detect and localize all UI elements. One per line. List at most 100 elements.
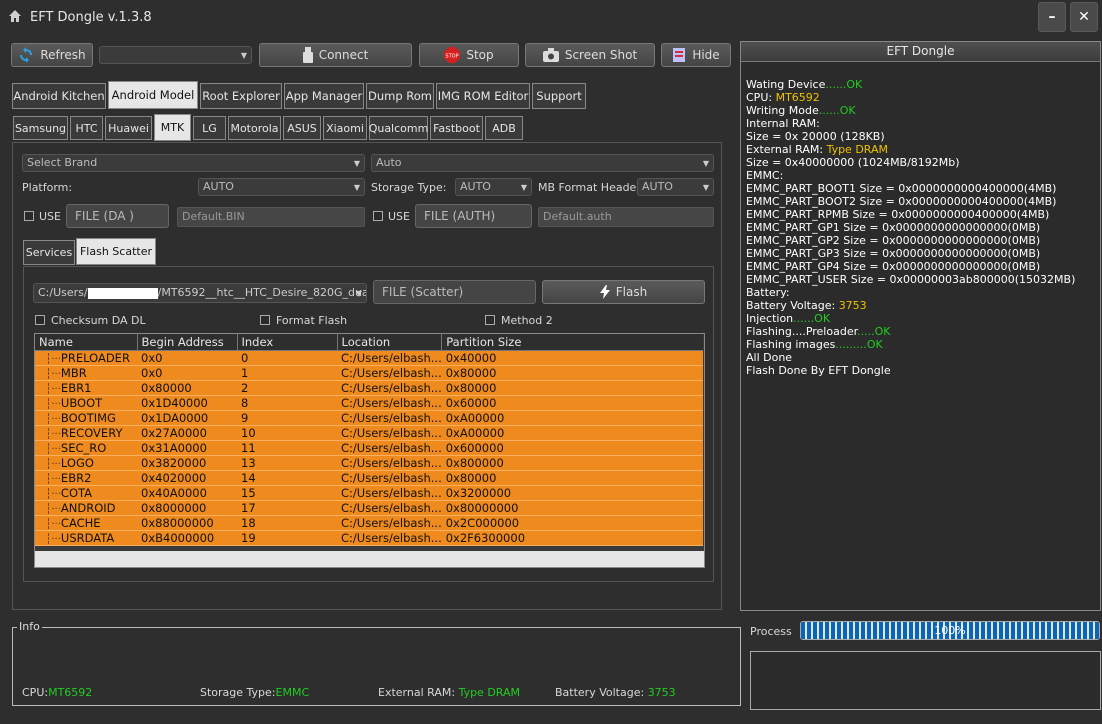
tree-connector: ┆··· xyxy=(39,503,61,515)
table-cell: 17 xyxy=(237,500,337,516)
table-row[interactable]: ┆···UBOOT 0x1D40000 8 C:/Users/elbash... 0x6… xyxy=(35,395,703,411)
tab-services[interactable]: Services xyxy=(23,240,75,265)
col-name[interactable]: Name xyxy=(35,334,138,351)
table-cell: ┆···MBR xyxy=(35,365,137,381)
tab-huawei[interactable]: Huawei xyxy=(105,116,152,140)
table-cell: 0x3200000 xyxy=(441,485,703,501)
scatter-path-combo[interactable]: C:/Users/ /MT6592__htc__HTC_Desire_820G_d… xyxy=(33,283,367,303)
col-partition-size[interactable]: Partition Size xyxy=(441,334,703,351)
tab-flash-scatter[interactable]: Flash Scatter xyxy=(76,238,156,265)
info-storage-value: EMMC xyxy=(275,686,310,699)
auth-file-field[interactable]: Default.auth xyxy=(538,207,714,227)
hide-button[interactable]: Hide xyxy=(661,43,731,67)
tab-xiaomi[interactable]: Xiaomi xyxy=(323,116,367,140)
log-text: EMMC_PART_GP3 Size = 0x0000000000000000(… xyxy=(746,247,1041,260)
table-row[interactable]: ┆···MBR 0x0 1 C:/Users/elbash... 0x80000 xyxy=(35,365,703,381)
tab-lg[interactable]: LG xyxy=(193,116,226,140)
log-value: OK xyxy=(814,312,831,325)
tab-android-kitchen[interactable]: Android Kitchen xyxy=(12,83,106,109)
table-row[interactable]: ┆···EBR2 0x4020000 14 C:/Users/elbash... 0x8… xyxy=(35,470,703,486)
screenshot-label: Screen Shot xyxy=(564,48,638,62)
storage-type-combo[interactable]: AUTO xyxy=(455,178,532,196)
close-button[interactable]: ✕ xyxy=(1070,2,1098,32)
format-flash-checkbox[interactable] xyxy=(260,315,270,325)
checksum-label: Checksum DA DL xyxy=(51,314,146,327)
minimize-button[interactable]: – xyxy=(1038,2,1066,32)
method2-checkbox[interactable] xyxy=(485,315,495,325)
info-cpu: CPU:MT6592 xyxy=(22,686,92,699)
tab-fastboot[interactable]: Fastboot xyxy=(430,116,483,140)
tab-samsung[interactable]: Samsung xyxy=(13,116,68,140)
log-text: CPU: xyxy=(746,91,776,104)
partition-table: Name Begin Address Index Location Partit… xyxy=(35,334,703,546)
table-row[interactable]: ┆···USRDATA 0xB4000000 19 C:/Users/elbash..… xyxy=(35,530,703,546)
tab-img-rom-editor[interactable]: IMG ROM Editor xyxy=(436,83,530,109)
tree-connector: ┆··· xyxy=(39,428,61,440)
tab-support[interactable]: Support xyxy=(532,83,586,109)
col-begin-address[interactable]: Begin Address xyxy=(137,334,238,351)
stop-button[interactable]: STOP Stop xyxy=(419,43,519,67)
table-row[interactable]: ┆···COTA 0x40A0000 15 C:/Users/elbash... 0x3… xyxy=(35,485,703,501)
table-row[interactable]: ┆···LOGO 0x3820000 13 C:/Users/elbash... 0x8… xyxy=(35,455,703,471)
log-line: Flash Done By EFT Dongle xyxy=(746,364,1075,377)
table-row[interactable]: ┆···RECOVERY 0x27A0000 10 C:/Users/elbash..… xyxy=(35,425,703,441)
use-da-checkbox[interactable] xyxy=(24,211,34,221)
log-text: External RAM: xyxy=(746,143,827,156)
tab-qualcomm[interactable]: Qualcomm xyxy=(369,116,428,140)
hide-icon xyxy=(673,48,686,62)
tab-app-manager[interactable]: App Manager xyxy=(284,83,364,109)
info-ext-value: Type DRAM xyxy=(458,686,521,699)
platform-combo[interactable]: AUTO xyxy=(198,178,365,196)
table-row[interactable]: ┆···PRELOADER 0x0 0 C:/Users/elbash... 0x400… xyxy=(35,350,703,366)
table-row[interactable]: ┆···CACHE 0x88000000 18 C:/Users/elbash... 0… xyxy=(35,515,703,531)
log-text: Size = 0x 20000 (128KB) xyxy=(746,130,885,143)
partition-name: LOGO xyxy=(60,455,94,470)
file-auth-button[interactable]: FILE (AUTH) xyxy=(415,204,532,228)
horizontal-scrollbar[interactable] xyxy=(35,551,704,567)
refresh-button[interactable]: Refresh xyxy=(11,43,93,67)
log-text: Battery: xyxy=(746,286,790,299)
select-brand-combo[interactable]: Select Brand xyxy=(22,154,365,172)
log-line: Size = 0x40000000 (1024MB/8192Mb) xyxy=(746,156,1075,169)
table-cell: C:/Users/elbash... xyxy=(337,350,442,366)
redacted-block xyxy=(87,287,158,299)
tab-android-model[interactable]: Android Model xyxy=(108,81,198,109)
mb-format-combo[interactable]: AUTO xyxy=(637,178,714,196)
connect-button[interactable]: Connect xyxy=(259,43,412,67)
table-row[interactable]: ┆···EBR1 0x80000 2 C:/Users/elbash... 0x8000… xyxy=(35,380,703,396)
screenshot-button[interactable]: Screen Shot xyxy=(525,43,655,67)
col-index[interactable]: Index xyxy=(237,334,338,351)
port-select[interactable] xyxy=(99,46,252,64)
log-text: EMMC_PART_GP4 Size = 0x0000000000000000(… xyxy=(746,260,1041,273)
table-cell: 0x80000 xyxy=(441,470,703,486)
table-cell: C:/Users/elbash... xyxy=(337,395,442,411)
info-title: Info xyxy=(17,620,42,633)
table-row[interactable]: ┆···SEC_RO 0x31A0000 11 C:/Users/elbash... 0… xyxy=(35,440,703,456)
log-line: Injection......OK xyxy=(746,312,1075,325)
partition-name: USRDATA xyxy=(60,530,115,545)
tab-htc[interactable]: HTC xyxy=(70,116,103,140)
info-bat-value: 3753 xyxy=(647,686,676,699)
table-cell: ┆···UBOOT xyxy=(35,395,137,411)
table-cell: 0x88000000 xyxy=(137,515,237,531)
table-cell: ┆···RECOVERY xyxy=(35,425,137,441)
file-da-button[interactable]: FILE (DA ) xyxy=(66,204,169,228)
use-auth-checkbox[interactable] xyxy=(373,211,383,221)
checksum-checkbox[interactable] xyxy=(35,315,45,325)
table-row[interactable]: ┆···ANDROID 0x8000000 17 C:/Users/elbash...… xyxy=(35,500,703,516)
home-icon xyxy=(9,10,21,22)
tab-adb[interactable]: ADB xyxy=(485,116,523,140)
log-text: EMMC_PART_GP2 Size = 0x0000000000000000(… xyxy=(746,234,1041,247)
tab-mtk[interactable]: MTK xyxy=(154,114,191,141)
use-da-label: USE xyxy=(39,210,61,223)
col-location[interactable]: Location xyxy=(337,334,443,351)
model-combo[interactable]: Auto xyxy=(371,154,714,172)
tab-asus[interactable]: ASUS xyxy=(283,116,321,140)
file-scatter-button[interactable]: FILE (Scatter) xyxy=(373,280,536,304)
flash-button[interactable]: Flash xyxy=(542,280,705,304)
tab-motorola[interactable]: Motorola xyxy=(228,116,281,140)
table-row[interactable]: ┆···BOOTIMG 0x1DA0000 9 C:/Users/elbash... 0… xyxy=(35,410,703,426)
tab-dump-rom[interactable]: Dump Rom xyxy=(366,83,434,109)
da-file-field[interactable]: Default.BIN xyxy=(177,207,365,227)
tab-root-explorer[interactable]: Root Explorer xyxy=(200,83,282,109)
